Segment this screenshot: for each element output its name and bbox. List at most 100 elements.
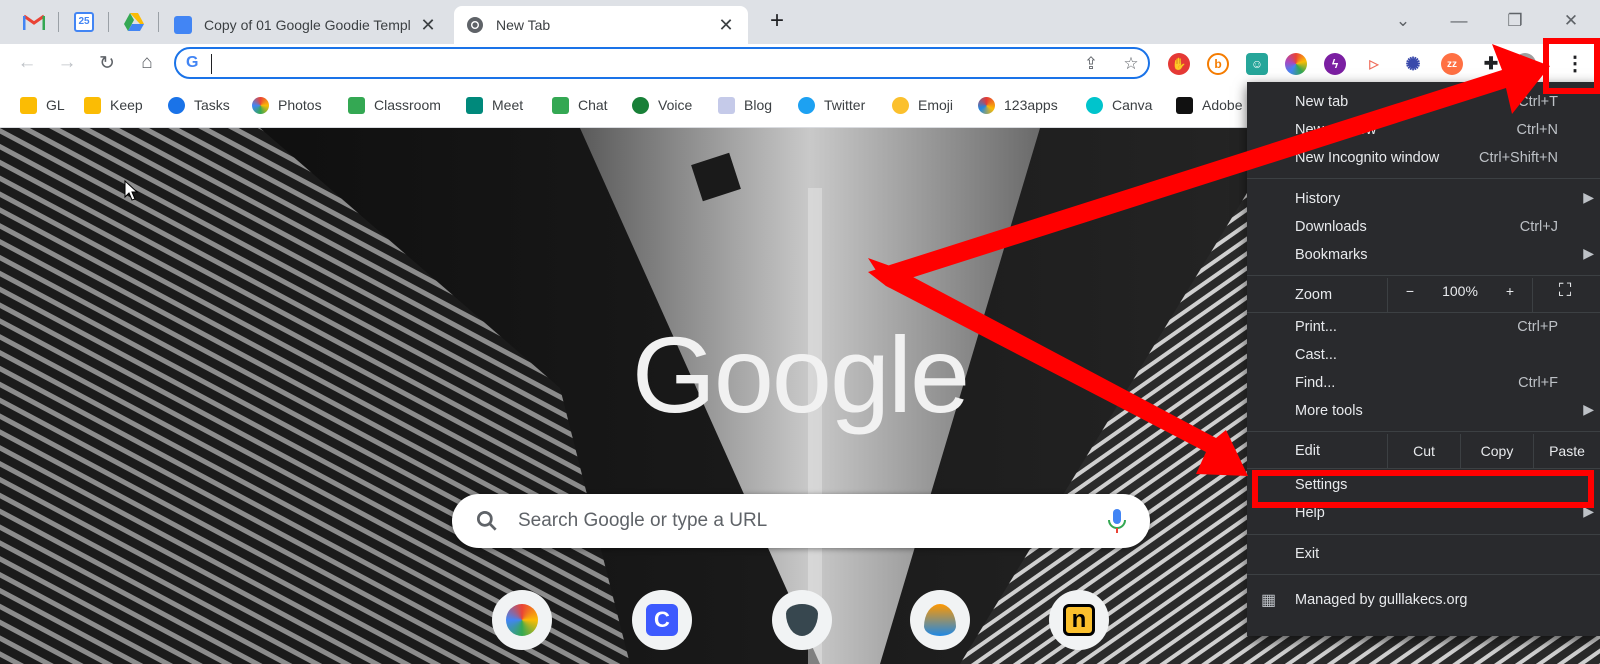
menu-label: New window <box>1295 122 1377 138</box>
bookmark-photos[interactable]: Photos <box>252 94 322 116</box>
bookmark-chat[interactable]: Chat <box>552 94 608 116</box>
building-icon: ▦ <box>1261 592 1277 609</box>
bookmark-blog[interactable]: Blog <box>718 94 772 116</box>
menu-item-new-window[interactable]: New window Ctrl+N <box>1247 116 1600 144</box>
bookmark-label: Blog <box>744 97 773 113</box>
close-window-button[interactable]: ✕ <box>1548 6 1594 36</box>
tab-search-icon[interactable]: ⌄ <box>1380 6 1426 36</box>
zoom-in-button[interactable]: + <box>1495 283 1525 311</box>
menu-item-history[interactable]: History ▶ <box>1247 185 1600 213</box>
emoji-icon <box>892 96 909 114</box>
bookmark-123apps[interactable]: 123apps <box>978 94 1058 116</box>
menu-label: Managed by gulllakecs.org <box>1295 592 1468 608</box>
menu-item-cast[interactable]: Cast... <box>1247 341 1600 369</box>
bookmark-star-icon[interactable]: ☆ <box>1120 53 1142 75</box>
menu-shortcut: Ctrl+P <box>1517 319 1558 335</box>
shortcut-chrome-web-store[interactable] <box>492 590 552 650</box>
extension-screen-icon[interactable]: ☺ <box>1246 53 1268 75</box>
omnibox-input[interactable] <box>210 53 1030 73</box>
menu-item-bookmarks[interactable]: Bookmarks ▶ <box>1247 241 1600 269</box>
menu-label: Bookmarks <box>1295 247 1368 263</box>
menu-item-find[interactable]: Find... Ctrl+F <box>1247 369 1600 397</box>
back-button[interactable]: ← <box>12 48 42 78</box>
menu-item-print[interactable]: Print... Ctrl+P <box>1247 313 1600 341</box>
fullscreen-icon[interactable]: ⛶ <box>1545 280 1585 308</box>
pinned-tab-calendar[interactable]: 25 <box>66 8 102 36</box>
bookmark-label: GL <box>46 97 65 113</box>
close-tab-icon[interactable]: ✕ <box>716 15 736 36</box>
shortcut-shield-app[interactable] <box>772 590 832 650</box>
bookmark-voice[interactable]: Voice <box>632 94 692 116</box>
extension-color-icon[interactable] <box>1285 53 1307 75</box>
calendar-icon: 25 <box>74 12 94 32</box>
edit-cut-button[interactable]: Cut <box>1388 443 1460 471</box>
chrome-main-menu: New tab Ctrl+T New window Ctrl+N New Incog… <box>1247 82 1600 636</box>
meet-icon <box>466 96 483 114</box>
menu-item-more-tools[interactable]: More tools ▶ <box>1247 397 1600 425</box>
edit-paste-button[interactable]: Paste <box>1534 443 1600 471</box>
tab-new-tab[interactable]: New Tab ✕ <box>454 6 748 44</box>
keep-icon <box>84 96 101 114</box>
bookmark-label: Canva <box>1112 97 1153 113</box>
shortcut-flame-app[interactable] <box>910 590 970 650</box>
search-box[interactable]: Search Google or type a URL <box>452 494 1150 548</box>
extension-zz-icon[interactable]: zz <box>1441 53 1463 75</box>
menu-shortcut: Ctrl+N <box>1516 122 1559 138</box>
zoom-out-button[interactable]: − <box>1395 283 1425 311</box>
bookmark-twitter[interactable]: Twitter <box>798 94 865 116</box>
123apps-icon <box>978 96 995 114</box>
reload-button[interactable]: ↻ <box>92 48 122 78</box>
browser-toolbar: ← → ↻ ⌂ G ⇪ ☆ ✋ b ☺ ϟ ▷ ✺ zz ✚ ⋮ <box>0 44 1600 82</box>
google-g-icon: G <box>186 54 199 71</box>
menu-label: Cast... <box>1295 347 1337 363</box>
microphone-icon[interactable] <box>1106 508 1128 534</box>
flame-icon <box>924 604 956 636</box>
shield-icon <box>786 604 818 636</box>
extension-burst-icon[interactable]: ✺ <box>1402 53 1424 75</box>
bookmark-classroom[interactable]: Classroom <box>348 94 441 116</box>
extension-b-icon[interactable]: b <box>1207 53 1229 75</box>
bookmark-gl[interactable]: GL <box>20 94 65 116</box>
profile-avatar[interactable] <box>1514 53 1536 75</box>
adobe-icon <box>1176 96 1193 114</box>
edit-copy-button[interactable]: Copy <box>1461 443 1533 471</box>
new-tab-button[interactable]: + <box>754 6 800 36</box>
bookmark-keep[interactable]: Keep <box>84 94 143 116</box>
extension-purple-icon[interactable]: ϟ <box>1324 53 1346 75</box>
menu-item-downloads[interactable]: Downloads Ctrl+J <box>1247 213 1600 241</box>
bookmark-emoji[interactable]: Emoji <box>892 94 953 116</box>
bookmark-label: Adobe <box>1202 97 1243 113</box>
menu-item-new-incognito-window[interactable]: New Incognito window Ctrl+Shift+N <box>1247 144 1600 172</box>
shortcut-c-app[interactable]: C <box>632 590 692 650</box>
bookmark-label: Photos <box>278 97 322 113</box>
tab-title: Copy of 01 Google Goodie Templ <box>204 17 411 33</box>
bookmark-meet[interactable]: Meet <box>466 94 523 116</box>
zoom-level: 100% <box>1442 283 1478 299</box>
home-button[interactable]: ⌂ <box>132 48 162 78</box>
extensions-puzzle-icon[interactable]: ✚ <box>1480 53 1502 75</box>
extension-adblock-icon[interactable]: ✋ <box>1168 53 1190 75</box>
menu-item-exit[interactable]: Exit <box>1247 540 1600 568</box>
extension-screencast-icon[interactable]: ▷ <box>1363 53 1385 75</box>
tab-google-doc[interactable]: Copy of 01 Google Goodie Templ ✕ <box>162 6 450 44</box>
bookmark-tasks[interactable]: Tasks <box>168 94 230 116</box>
menu-shortcut: Ctrl+J <box>1519 219 1558 235</box>
pinned-tab-gmail[interactable] <box>16 8 52 36</box>
managed-by-notice[interactable]: ▦ Managed by gulllakecs.org <box>1247 586 1600 614</box>
shortcut-n-app[interactable]: n <box>1049 590 1109 650</box>
close-tab-icon[interactable]: ✕ <box>418 15 438 36</box>
forward-button[interactable]: → <box>52 48 82 78</box>
address-bar[interactable]: G ⇪ ☆ <box>174 47 1150 79</box>
pinned-tab-drive[interactable] <box>116 8 152 36</box>
restore-button[interactable]: ❐ <box>1492 6 1538 36</box>
menu-label: Exit <box>1295 546 1320 562</box>
submenu-arrow-icon: ▶ <box>1583 189 1594 205</box>
share-icon[interactable]: ⇪ <box>1080 53 1102 75</box>
canva-icon <box>1086 96 1103 114</box>
bookmark-label: Tasks <box>194 97 230 113</box>
classroom-icon <box>348 96 365 114</box>
bookmark-adobe[interactable]: Adobe <box>1176 94 1242 116</box>
highlight-menu-button <box>1543 38 1600 94</box>
minimize-button[interactable]: — <box>1436 6 1482 36</box>
bookmark-canva[interactable]: Canva <box>1086 94 1152 116</box>
